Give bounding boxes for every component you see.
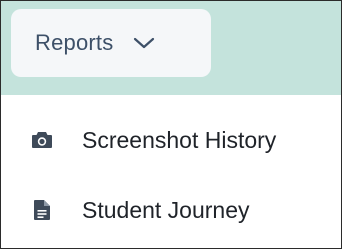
menu-item-label: Screenshot History [82, 126, 277, 153]
top-nav-bar: Reports [1, 1, 341, 95]
menu-item-label: Student Journey [82, 196, 250, 223]
chevron-down-icon [133, 36, 155, 50]
reports-dropdown-button[interactable]: Reports [11, 9, 211, 77]
reports-label: Reports [35, 30, 114, 55]
menu-item-student-journey[interactable]: Student Journey [31, 195, 250, 225]
reports-menu-panel: Reports Screenshot History Student Journ… [0, 0, 342, 249]
camera-icon [31, 129, 53, 151]
menu-item-screenshot-history[interactable]: Screenshot History [31, 125, 276, 155]
document-icon [31, 199, 53, 221]
reports-dropdown-menu: Screenshot History Student Journey [1, 95, 341, 248]
